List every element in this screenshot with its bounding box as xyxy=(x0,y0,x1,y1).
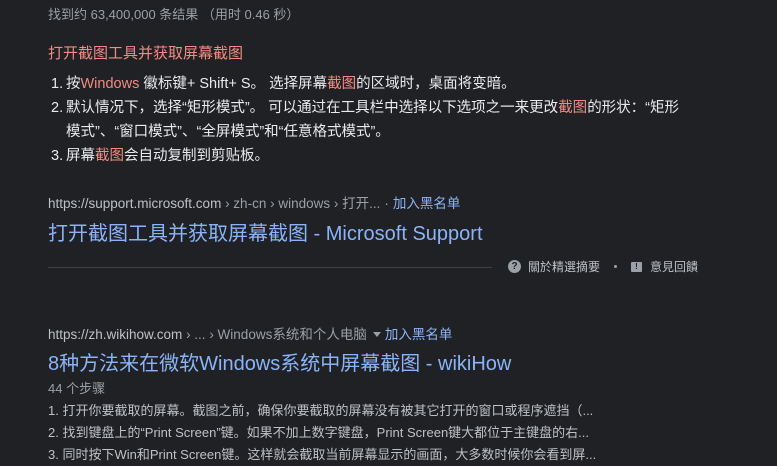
feedback-label: 意見回饋 xyxy=(650,260,699,274)
help-icon: ? xyxy=(508,260,521,273)
result2-step-list: 1. 打开你要截取的屏幕。截图之前，确保你要截取的屏幕没有被其它打开的窗口或程序… xyxy=(48,400,648,466)
result2-breadcrumb: https://zh.wikihow.com › ... › Windows系统… xyxy=(48,323,452,343)
steps-count: 44 个步骤 xyxy=(48,381,106,396)
about-snippets-label: 關於精選摘要 xyxy=(528,260,601,274)
separator-dot xyxy=(614,265,617,268)
result2-blacklist-link[interactable]: 加入黑名单 xyxy=(385,327,453,342)
result1-domain[interactable]: https://support.microsoft.com xyxy=(48,196,221,211)
step-number: 1. xyxy=(51,76,64,92)
list-item: 1. 打开你要截取的屏幕。截图之前，确保你要截取的屏幕没有被其它打开的窗口或程序… xyxy=(48,403,594,418)
result2-title-link[interactable]: 8种方法来在微软Windows系统中屏幕截图 - wikiHow xyxy=(48,347,511,376)
step-highlight: 截图 xyxy=(327,76,357,92)
step-text: 的区域时，桌面将变暗。 xyxy=(356,76,516,92)
step-text: 会自动复制到剪贴板。 xyxy=(124,148,269,164)
step-text: 按 xyxy=(66,76,81,92)
featured-snippet-title: 打开截图工具并获取屏幕截图 xyxy=(48,45,244,62)
result2-path: › ... › Windows系统和个人电脑 xyxy=(182,327,367,342)
result1-blacklist-link[interactable]: 加入黑名单 xyxy=(393,196,461,211)
snippet-step: 2. 默认情况下，选择“矩形模式”。 可以通过在工具栏中选择以下选项之一来更改截图… xyxy=(48,96,688,144)
snippet-step: 1. 按Windows 徽标键+ Shift+ S。 选择屏幕截图的区域时，桌面将… xyxy=(48,72,688,96)
result2-domain[interactable]: https://zh.wikihow.com xyxy=(48,327,182,342)
feedback-icon: ! xyxy=(631,261,642,272)
snippet-divider xyxy=(48,267,492,268)
step-text: 默认情况下，选择“矩形模式”。 可以通过在工具栏中选择以下选项之一来更改 xyxy=(66,100,559,116)
step-highlight: 截图 xyxy=(558,100,588,116)
step-number: 3. xyxy=(51,148,64,164)
result1-title-link[interactable]: 打开截图工具并获取屏幕截图 - Microsoft Support xyxy=(48,217,483,246)
step-number: 2. xyxy=(51,100,64,116)
featured-snippet-steps: 1. 按Windows 徽标键+ Shift+ S。 选择屏幕截图的区域时，桌面将… xyxy=(48,72,688,168)
step-highlight: Windows xyxy=(80,76,140,92)
result1-breadcrumb: https://support.microsoft.com › zh-cn › … xyxy=(48,192,460,212)
list-item: 2. 找到键盘上的“Print Screen”键。如果不加上数字键盘，Print… xyxy=(48,425,590,440)
feedback-button[interactable]: ! 意見回饋 xyxy=(631,258,698,275)
chevron-down-icon[interactable] xyxy=(372,332,381,338)
list-item: 3. 同时按下Win和Print Screen键。这样就会截取当前屏幕显示的画面… xyxy=(48,447,597,462)
result1-path: › zh-cn › windows › 打开... xyxy=(221,196,381,211)
result-stats: 找到约 63,400,000 条结果 （用时 0.46 秒） xyxy=(48,7,300,22)
step-highlight: 截图 xyxy=(95,148,124,164)
step-text: 徽标键+ Shift+ S。 选择屏幕 xyxy=(139,76,328,92)
separator-dot: · xyxy=(384,196,389,211)
step-text: 屏幕 xyxy=(66,148,95,164)
about-featured-snippets-button[interactable]: ? 關於精選摘要 xyxy=(508,258,600,275)
snippet-step: 3. 屏幕截图会自动复制到剪贴板。 xyxy=(48,144,688,168)
